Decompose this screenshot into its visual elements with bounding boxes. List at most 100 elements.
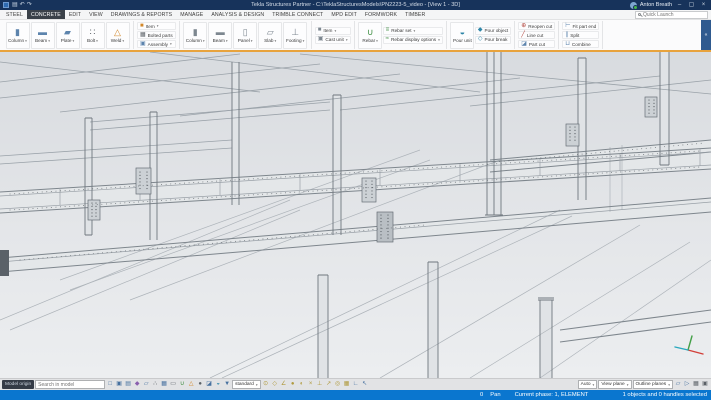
- ribbon-button-fit-part-end[interactable]: ⊢Fit part end: [562, 22, 599, 30]
- ortho-icon[interactable]: ∟: [352, 380, 360, 389]
- ribbon-button-column[interactable]: ▮Column▾: [6, 22, 30, 49]
- ribbon-group: ∪Rebar▾≡Rebar set▾≈Rebar display options…: [355, 21, 447, 49]
- tab-manage[interactable]: MANAGE: [176, 10, 207, 19]
- model-search-input[interactable]: [35, 380, 105, 389]
- ribbon-button-weld[interactable]: △Weld▾: [106, 22, 130, 49]
- pour-break-icon: ◇: [478, 36, 483, 43]
- grid-visibility-icon[interactable]: ▦: [692, 380, 700, 389]
- screenshot-icon[interactable]: ▣: [701, 380, 709, 389]
- undo-icon[interactable]: ↶: [20, 1, 25, 9]
- select-pours-icon[interactable]: ◒: [214, 380, 222, 389]
- select-all-icon[interactable]: □: [106, 380, 114, 389]
- snap-grid-icon[interactable]: ▦: [343, 380, 351, 389]
- ribbon-button-label: Panel▾: [238, 38, 253, 43]
- ribbon-button-panel[interactable]: ▯Panel▾: [233, 22, 257, 49]
- quick-launch[interactable]: [635, 11, 709, 19]
- ribbon-button-item[interactable]: ■Item▾: [315, 27, 351, 35]
- ribbon-button-rebar-display-options[interactable]: ≈Rebar display options▾: [383, 36, 443, 44]
- rebar-display-icon: ≈: [386, 36, 389, 43]
- ribbon-button-slab[interactable]: ▱Slab▾: [258, 22, 282, 49]
- maximize-button[interactable]: ▢: [687, 0, 696, 10]
- outline-planes-dropdown[interactable]: Outline planes ▾: [633, 380, 673, 389]
- workplane-icon[interactable]: ▱: [674, 380, 682, 389]
- tab-timber[interactable]: TIMBER: [401, 10, 429, 19]
- model-viewport[interactable]: [0, 52, 711, 378]
- ribbon-button-part-cut[interactable]: ◪Part cut: [518, 40, 555, 48]
- ribbon-button-assembly[interactable]: ▣Assembly▾: [137, 40, 176, 48]
- save-icon[interactable]: ▤: [12, 1, 18, 9]
- view-plane-dropdown[interactable]: View plane ▾: [598, 380, 631, 389]
- ribbon-groups: ▮Column▾▬Beam▾▰Plate▾∷Bolt▾△Weld▾■Item▾▦…: [0, 20, 701, 50]
- select-filter-icon[interactable]: ▼: [223, 380, 231, 389]
- ribbon-button-cast-unit[interactable]: ▣Cast unit▾: [315, 36, 351, 44]
- drag-drop-icon[interactable]: ↖: [361, 380, 369, 389]
- snap-perpendicular-icon[interactable]: ⊥: [316, 380, 324, 389]
- ribbon-button-pour-break[interactable]: ◇Pour break: [475, 36, 511, 44]
- ribbon-button-item[interactable]: ■Item▾: [137, 22, 176, 30]
- snap-center-icon[interactable]: ◎: [334, 380, 342, 389]
- select-assemblies-icon[interactable]: ▤: [124, 380, 132, 389]
- ribbon-button-beam[interactable]: ▬Beam▾: [31, 22, 55, 49]
- ribbon-button-combine[interactable]: ⊔Combine: [562, 40, 599, 48]
- combine-icon: ⊔: [565, 41, 570, 48]
- select-rebar-icon[interactable]: ∪: [178, 380, 186, 389]
- weld-icon: △: [114, 27, 121, 37]
- redo-icon[interactable]: ↷: [27, 1, 32, 9]
- ribbon-button-plate[interactable]: ▰Plate▾: [56, 22, 80, 49]
- plate-icon: ▰: [64, 27, 71, 37]
- ribbon-button-rebar[interactable]: ∪Rebar▾: [358, 22, 382, 49]
- ribbon-button-footing[interactable]: ⊥Footing▾: [283, 22, 307, 49]
- selection-filter-dropdown[interactable]: standard ▾: [232, 380, 260, 389]
- ribbon-button-beam[interactable]: ▬Beam▾: [208, 22, 232, 49]
- tab-edit[interactable]: EDIT: [65, 10, 85, 19]
- chevron-down-icon: ▾: [346, 38, 348, 42]
- ribbon-button-split[interactable]: ∥Split: [562, 31, 599, 39]
- ribbon-button-pour-object[interactable]: ◆Pour object: [475, 27, 511, 35]
- chevron-down-icon: ▾: [48, 39, 50, 43]
- snap-midpoint-icon[interactable]: ◐: [298, 380, 306, 389]
- snap-geometry-icon[interactable]: ◇: [271, 380, 279, 389]
- snap-nearest-icon[interactable]: ∠: [280, 380, 288, 389]
- tab-analysis-design[interactable]: ANALYSIS & DESIGN: [207, 10, 268, 19]
- minimize-button[interactable]: –: [675, 0, 684, 10]
- close-button[interactable]: ×: [699, 0, 708, 10]
- label-text: Plate: [61, 38, 72, 43]
- ribbon-collapse-strip[interactable]: «: [701, 20, 711, 50]
- ribbon-button-column[interactable]: ▮Column▾: [183, 22, 207, 49]
- tab-trimble-connect[interactable]: TRIMBLE CONNECT: [268, 10, 327, 19]
- snap-endpoint-icon[interactable]: ●: [289, 380, 297, 389]
- tab-drawings-reports[interactable]: DRAWINGS & REPORTS: [107, 10, 176, 19]
- select-grids-icon[interactable]: ▦: [160, 380, 168, 389]
- select-welds-icon[interactable]: △: [187, 380, 195, 389]
- tab-view[interactable]: VIEW: [85, 10, 107, 19]
- ribbon-button-bolt[interactable]: ∷Bolt▾: [81, 22, 105, 49]
- plane-mode-dropdown[interactable]: Auto ▾: [578, 380, 598, 389]
- chevron-down-icon: ▾: [226, 39, 228, 43]
- tab-mpd-edit[interactable]: MPD EDIT: [327, 10, 361, 19]
- user-avatar[interactable]: [630, 2, 637, 9]
- snap-extension-icon[interactable]: ↗: [325, 380, 333, 389]
- select-views-icon[interactable]: ▭: [169, 380, 177, 389]
- select-bolts-icon[interactable]: ●: [196, 380, 204, 389]
- tab-steel[interactable]: STEEL: [2, 10, 27, 19]
- select-points-icon[interactable]: ∴: [151, 380, 159, 389]
- tab-concrete[interactable]: CONCRETE: [27, 10, 65, 19]
- model-origin-chip[interactable]: Model origin: [2, 380, 34, 389]
- label-text: Beam: [213, 38, 225, 43]
- user-name[interactable]: Anton Breath: [640, 2, 672, 8]
- snap-reference-icon[interactable]: ⊙: [262, 380, 270, 389]
- quick-launch-input[interactable]: [643, 12, 705, 18]
- ribbon-button-rebar-set[interactable]: ≡Rebar set▾: [383, 27, 443, 35]
- ribbon-button-reopen-cut[interactable]: ⊕Reopen cut: [518, 22, 555, 30]
- select-parts-icon[interactable]: ▣: [115, 380, 123, 389]
- flight-mode-icon[interactable]: ▷: [683, 380, 691, 389]
- select-cuts-icon[interactable]: ◪: [205, 380, 213, 389]
- ribbon-button-line-cut[interactable]: ╱Line cut: [518, 31, 555, 39]
- tab-formwork[interactable]: FORMWORK: [361, 10, 401, 19]
- ribbon-button-pour-unit[interactable]: ◒Pour unit: [450, 22, 474, 49]
- select-surfaces-icon[interactable]: ▱: [142, 380, 150, 389]
- ribbon-button-bolted-parts[interactable]: ▦Bolted parts: [137, 31, 176, 39]
- snap-intersection-icon[interactable]: ×: [307, 380, 315, 389]
- select-components-icon[interactable]: ◆: [133, 380, 141, 389]
- concrete-item-icon: ■: [318, 27, 322, 34]
